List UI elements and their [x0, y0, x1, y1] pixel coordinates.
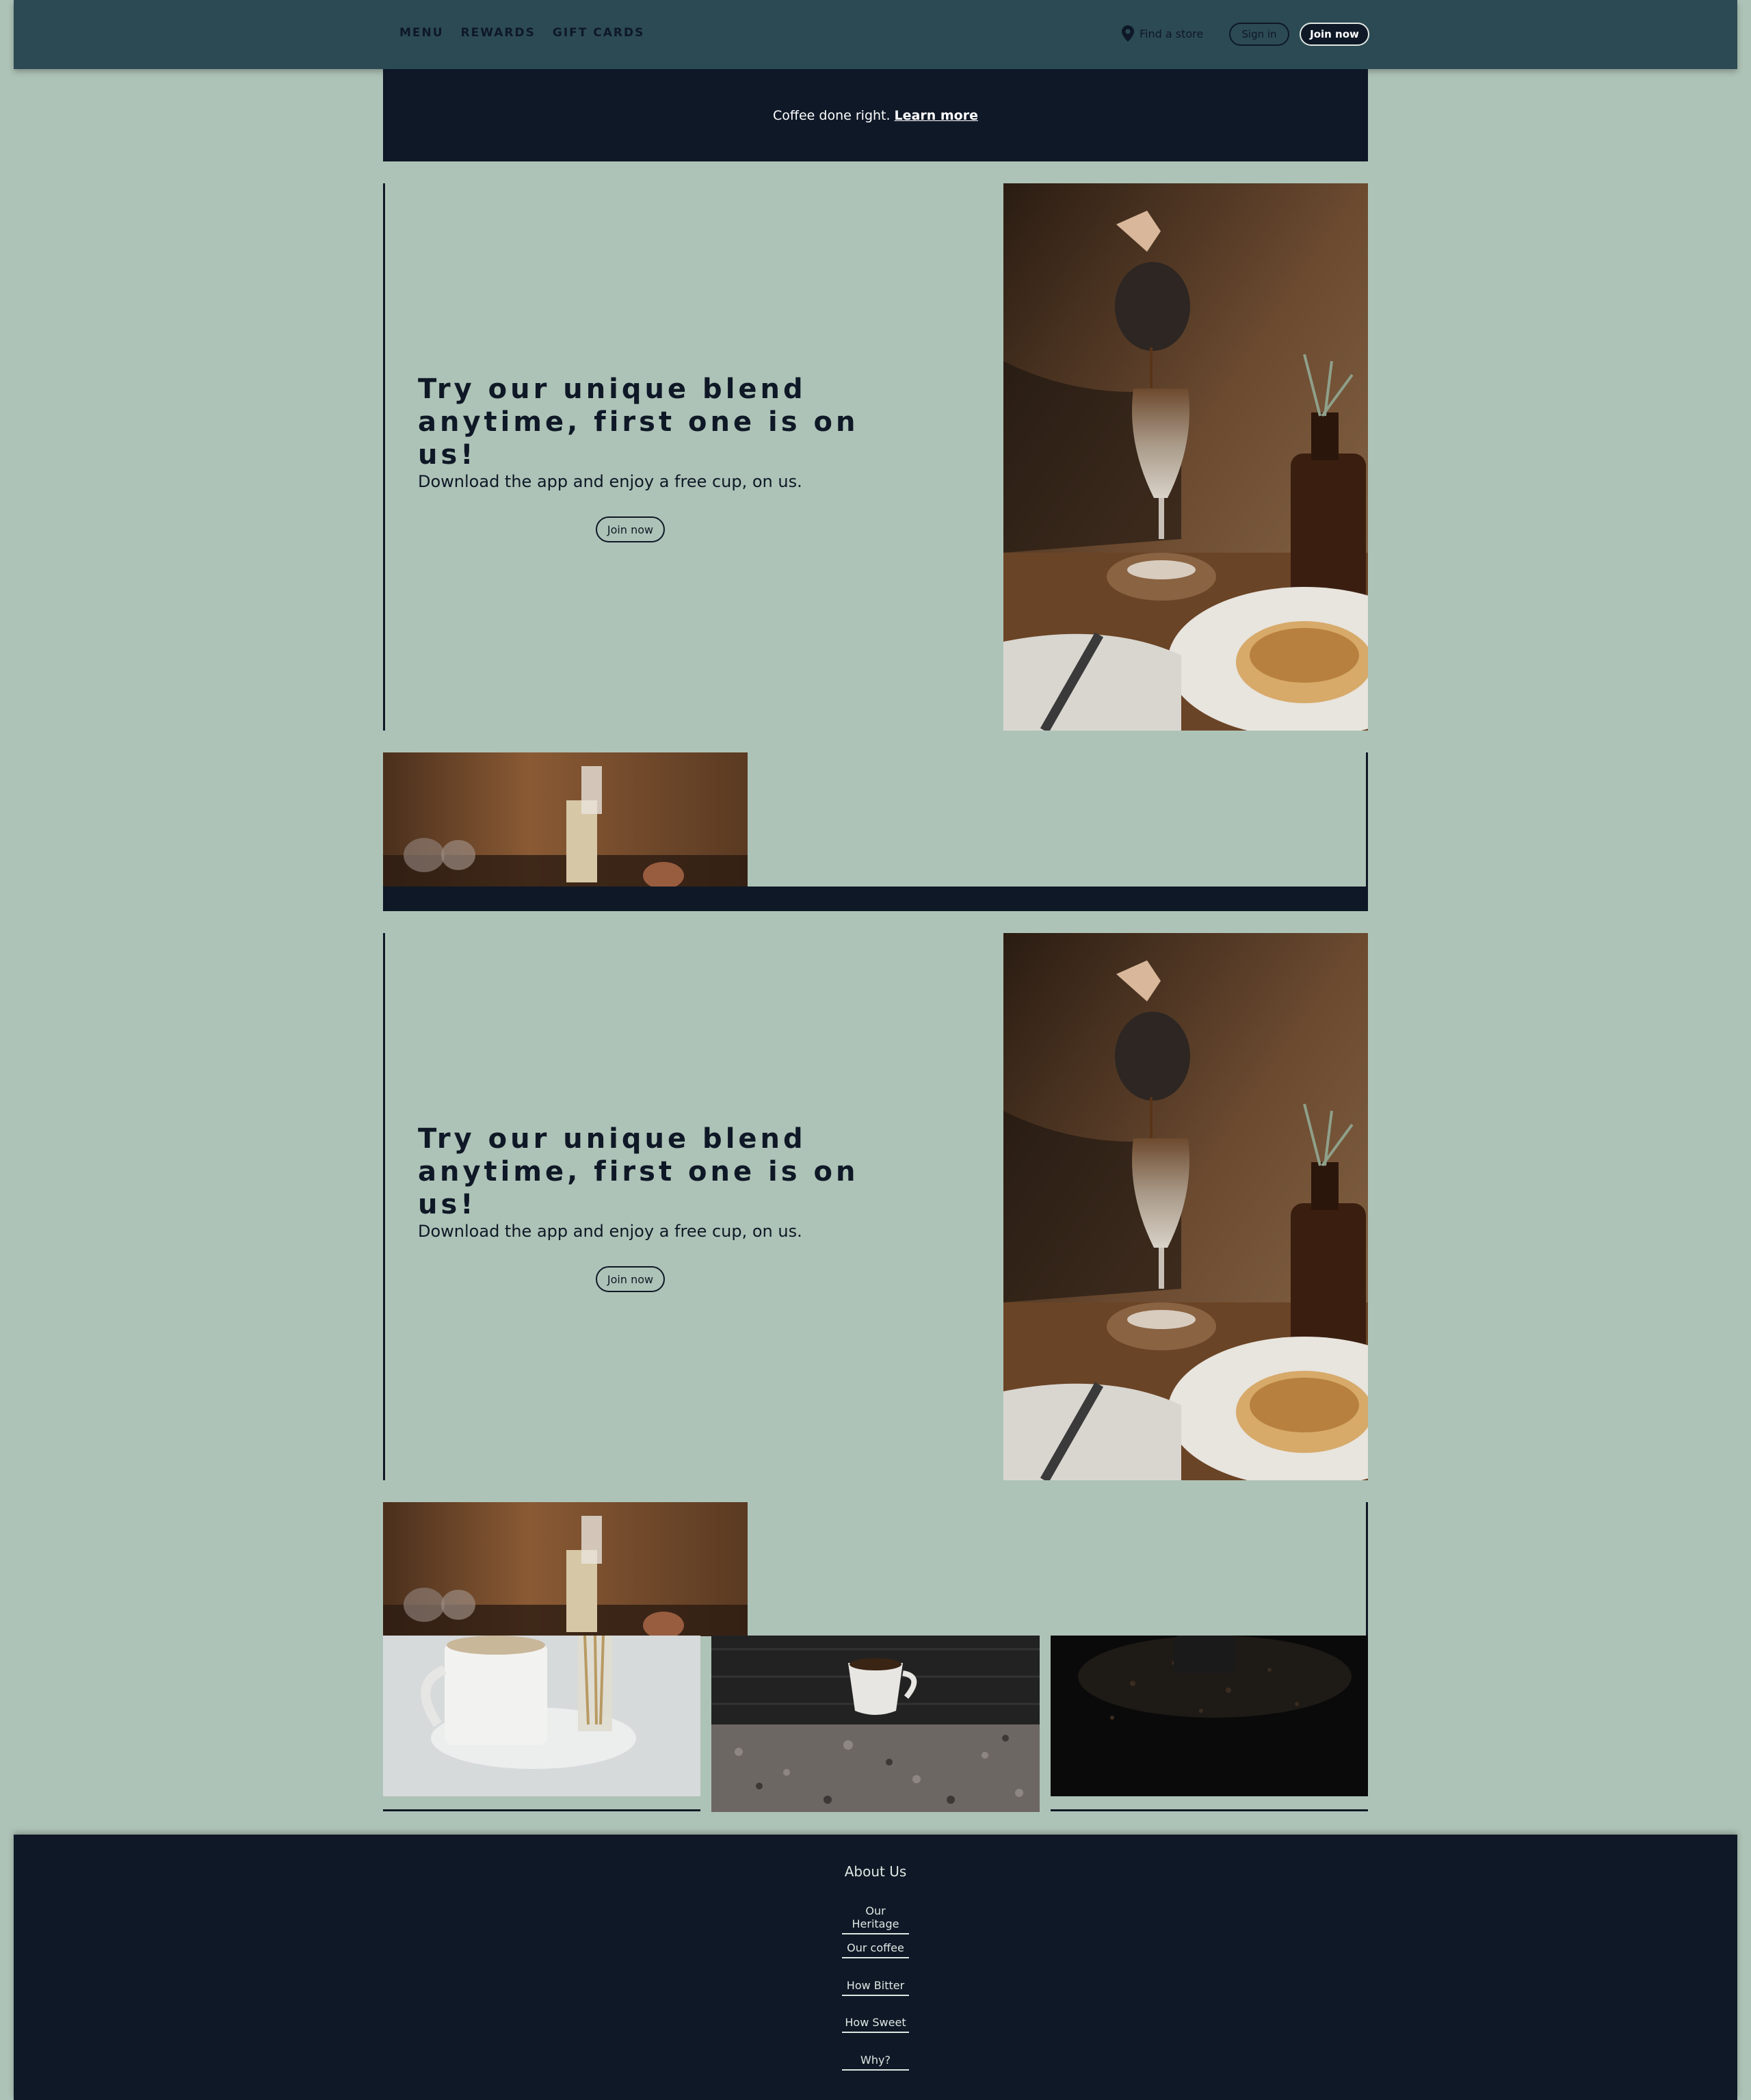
coffee-pour-image	[1003, 183, 1368, 731]
card-underline	[1051, 1809, 1368, 1811]
white-mug-image	[383, 1636, 700, 1796]
navy-divider-bar	[383, 887, 1368, 911]
footer-title: About Us	[844, 1863, 907, 1880]
footer-link-our-coffee[interactable]: Our coffee	[842, 1941, 909, 1958]
divider-line	[383, 933, 385, 1480]
find-store-link[interactable]: Find a store	[1122, 25, 1203, 42]
coffee-beans-image	[1051, 1636, 1368, 1796]
header-join-now-button[interactable]: Join now	[1300, 23, 1369, 46]
find-store-label: Find a store	[1140, 27, 1204, 40]
hero-section: Try our unique blend anytime, first one …	[383, 183, 1368, 731]
card-underline	[383, 1809, 700, 1811]
divider-line	[1366, 1502, 1368, 1636]
coffee-pour-image	[1003, 933, 1368, 1480]
footer-link-our-heritage[interactable]: Our Heritage	[842, 1904, 909, 1934]
cafe-table-image	[383, 1502, 748, 1636]
site-footer: About Us Our Heritage Our coffee How Bit…	[14, 1835, 1737, 2100]
nav-gift-cards-link[interactable]: GIFT CARDS	[553, 26, 644, 40]
divider-line	[383, 183, 385, 731]
site-header: MENU REWARDS GIFT CARDS Find a store Sig…	[14, 0, 1737, 69]
footer-link-how-bitter[interactable]: How Bitter	[842, 1979, 909, 1996]
espresso-cup-image	[711, 1636, 1040, 1812]
hero-title: Try our unique blend anytime, first one …	[418, 373, 859, 471]
hero-join-now-button[interactable]: Join now	[596, 516, 665, 542]
gallery-strip-2	[383, 1502, 1368, 1636]
hero-subtitle: Download the app and enjoy a free cup, o…	[418, 1222, 802, 1241]
sign-in-button[interactable]: Sign in	[1229, 23, 1289, 46]
hero-subtitle: Download the app and enjoy a free cup, o…	[418, 472, 802, 491]
location-pin-icon	[1122, 25, 1134, 42]
hero-section-2: Try our unique blend anytime, first one …	[383, 933, 1368, 1480]
nav-rewards-link[interactable]: REWARDS	[461, 26, 536, 40]
promo-banner: Coffee done right. Learn more	[383, 69, 1368, 161]
nav-menu-link[interactable]: MENU	[399, 26, 444, 40]
banner-text: Coffee done right.	[773, 107, 891, 123]
main-nav: MENU REWARDS GIFT CARDS	[399, 26, 644, 40]
hero-join-now-button[interactable]: Join now	[596, 1266, 665, 1292]
gallery-strip	[383, 752, 1368, 911]
footer-link-why[interactable]: Why?	[842, 2053, 909, 2071]
learn-more-link[interactable]: Learn more	[895, 108, 978, 123]
hero-title: Try our unique blend anytime, first one …	[418, 1123, 859, 1220]
footer-link-how-sweet[interactable]: How Sweet	[842, 2016, 909, 2033]
cafe-table-image	[383, 752, 748, 887]
